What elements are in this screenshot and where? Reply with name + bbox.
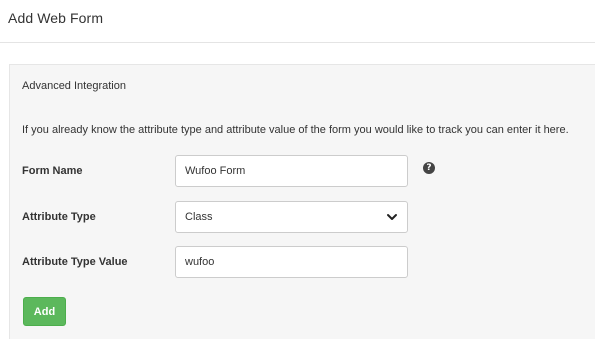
- page-title: Add Web Form: [8, 10, 104, 26]
- attribute-type-label: Attribute Type: [22, 211, 96, 223]
- attribute-type-value-label: Attribute Type Value: [22, 256, 128, 268]
- attribute-type-select[interactable]: Class: [175, 201, 408, 233]
- attribute-type-selected-value: Class: [185, 211, 213, 223]
- advanced-integration-panel: Advanced Integration If you already know…: [9, 64, 595, 339]
- question-circle-icon[interactable]: ?: [423, 162, 435, 174]
- form-name-input[interactable]: [175, 155, 408, 187]
- add-button[interactable]: Add: [23, 297, 66, 326]
- attribute-type-value-input[interactable]: [175, 246, 408, 278]
- page-header: Add Web Form: [0, 0, 595, 43]
- form-name-label: Form Name: [22, 165, 83, 177]
- help-text: If you already know the attribute type a…: [22, 124, 569, 136]
- chevron-down-icon: [387, 214, 397, 220]
- section-title: Advanced Integration: [22, 80, 126, 92]
